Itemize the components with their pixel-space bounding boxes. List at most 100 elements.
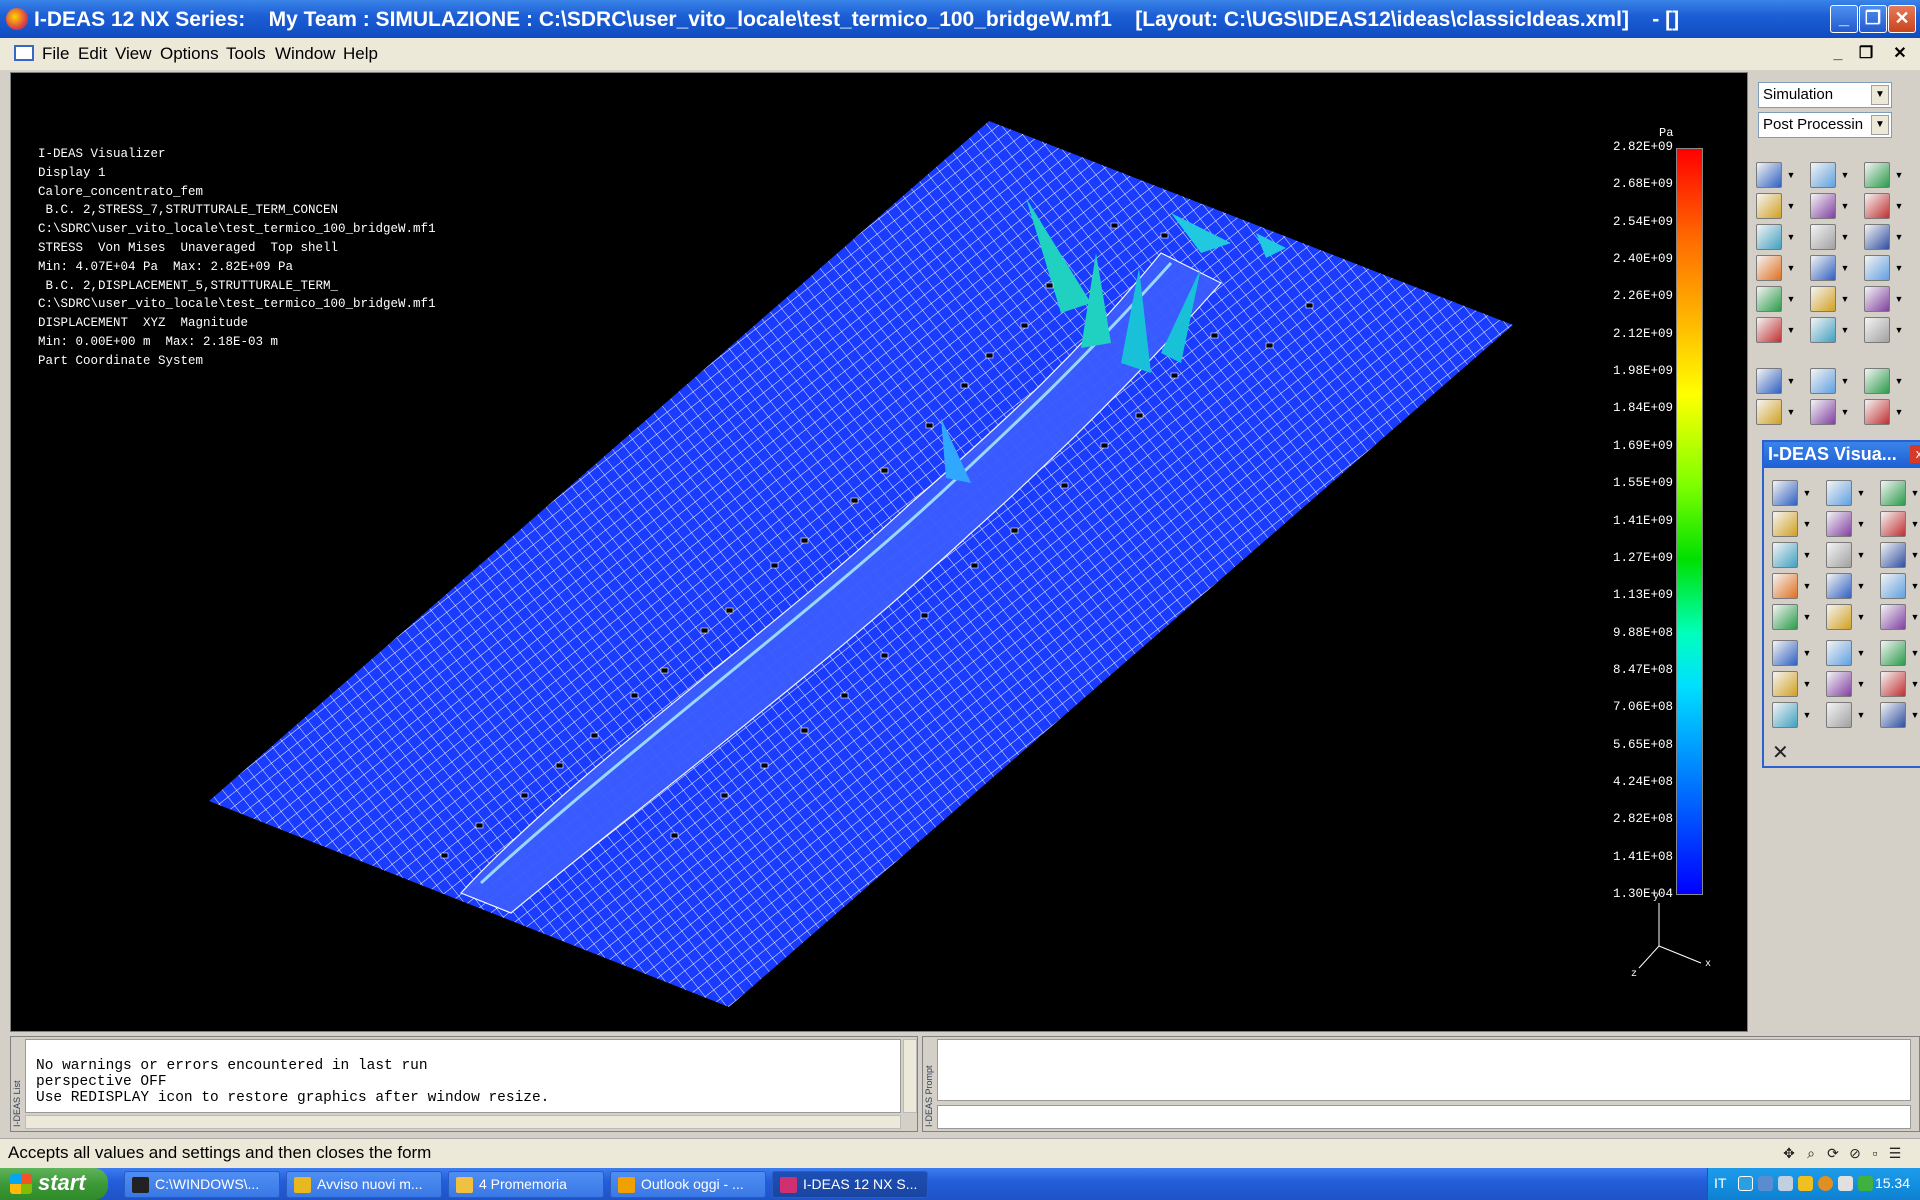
graphics-viewport[interactable]: y x z I-DEAS Visualizer Display 1 Calore_c… bbox=[10, 72, 1748, 1032]
list-vertical-scrollbar[interactable] bbox=[903, 1039, 917, 1113]
chevron-down-icon[interactable]: ▼ bbox=[1840, 325, 1850, 335]
menu-file[interactable]: File bbox=[42, 44, 69, 64]
tool-icon[interactable] bbox=[1864, 368, 1890, 394]
tool-icon[interactable] bbox=[1880, 480, 1906, 506]
tool-icon[interactable] bbox=[1810, 399, 1836, 425]
volume-icon[interactable] bbox=[1838, 1176, 1853, 1191]
chevron-down-icon[interactable]: ▼ bbox=[1894, 294, 1904, 304]
chevron-down-icon[interactable]: ▼ bbox=[1840, 232, 1850, 242]
visualizer-panel-title[interactable]: I-DEAS Visua... bbox=[1764, 442, 1920, 468]
chevron-down-icon[interactable]: ▼ bbox=[1802, 710, 1812, 720]
chevron-down-icon[interactable]: ▼ bbox=[1802, 550, 1812, 560]
minimize-button[interactable]: _ bbox=[1830, 5, 1858, 33]
menu-help[interactable]: Help bbox=[343, 44, 378, 64]
chevron-down-icon[interactable]: ▼ bbox=[1894, 376, 1904, 386]
chevron-down-icon[interactable]: ▼ bbox=[1786, 170, 1796, 180]
tool-icon[interactable] bbox=[1826, 542, 1852, 568]
taskbar-button[interactable]: Avviso nuovi m... bbox=[286, 1171, 442, 1198]
tool-icon[interactable] bbox=[1810, 193, 1836, 219]
taskbar-button[interactable]: C:\WINDOWS\... bbox=[124, 1171, 280, 1198]
prompt-input[interactable] bbox=[937, 1105, 1911, 1129]
tool-icon[interactable] bbox=[1864, 224, 1890, 250]
taskbar-button[interactable]: Outlook oggi - ... bbox=[610, 1171, 766, 1198]
chevron-down-icon[interactable]: ▼ bbox=[1786, 201, 1796, 211]
chevron-down-icon[interactable]: ▼ bbox=[1856, 550, 1866, 560]
tool-icon[interactable] bbox=[1880, 640, 1906, 666]
chevron-down-icon[interactable]: ▼ bbox=[1910, 519, 1920, 529]
tool-icon[interactable] bbox=[1826, 573, 1852, 599]
chevron-down-icon[interactable]: ▼ bbox=[1871, 85, 1889, 105]
network-icon[interactable] bbox=[1738, 1176, 1753, 1191]
tool-icon[interactable] bbox=[1826, 511, 1852, 537]
pan-icon[interactable]: ✥ bbox=[1781, 1145, 1797, 1161]
chevron-down-icon[interactable]: ▼ bbox=[1786, 376, 1796, 386]
list-icon[interactable]: ☰ bbox=[1887, 1145, 1903, 1161]
tool-icon[interactable] bbox=[1772, 702, 1798, 728]
chevron-down-icon[interactable]: ▼ bbox=[1856, 679, 1866, 689]
subtask-combo[interactable]: Post Processin ▼ bbox=[1758, 112, 1892, 138]
rotate-icon[interactable]: ⟳ bbox=[1825, 1145, 1841, 1161]
tool-icon[interactable] bbox=[1826, 702, 1852, 728]
chevron-down-icon[interactable]: ▼ bbox=[1856, 581, 1866, 591]
chevron-down-icon[interactable]: ▼ bbox=[1786, 294, 1796, 304]
ideas-app-icon[interactable] bbox=[6, 8, 28, 30]
chevron-down-icon[interactable]: ▼ bbox=[1802, 488, 1812, 498]
task-combo[interactable]: Simulation ▼ bbox=[1758, 82, 1892, 108]
mdi-close-button[interactable]: ✕ bbox=[1890, 44, 1910, 64]
chevron-down-icon[interactable]: ▼ bbox=[1910, 679, 1920, 689]
taskbar-button[interactable]: 4 Promemoria bbox=[448, 1171, 604, 1198]
tool-icon[interactable] bbox=[1756, 255, 1782, 281]
tool-icon[interactable] bbox=[1864, 255, 1890, 281]
tool-icon[interactable] bbox=[1772, 511, 1798, 537]
chevron-down-icon[interactable]: ▼ bbox=[1802, 581, 1812, 591]
chevron-down-icon[interactable]: ▼ bbox=[1910, 488, 1920, 498]
tool-icon[interactable] bbox=[1864, 399, 1890, 425]
clock-tray-icon[interactable] bbox=[1818, 1176, 1833, 1191]
tool-icon[interactable] bbox=[1880, 604, 1906, 630]
tool-icon[interactable] bbox=[1880, 671, 1906, 697]
close-button[interactable]: ✕ bbox=[1888, 5, 1916, 33]
tool-icon[interactable] bbox=[1880, 573, 1906, 599]
tool-icon[interactable] bbox=[1826, 671, 1852, 697]
chevron-down-icon[interactable]: ▼ bbox=[1871, 115, 1889, 135]
chevron-down-icon[interactable]: ▼ bbox=[1894, 407, 1904, 417]
mdi-restore-button[interactable]: ❐ bbox=[1856, 44, 1876, 64]
tool-icon[interactable] bbox=[1810, 368, 1836, 394]
chevron-down-icon[interactable]: ▼ bbox=[1840, 407, 1850, 417]
chevron-down-icon[interactable]: ▼ bbox=[1856, 710, 1866, 720]
chevron-down-icon[interactable]: ▼ bbox=[1894, 325, 1904, 335]
chevron-down-icon[interactable]: ▼ bbox=[1856, 648, 1866, 658]
chevron-down-icon[interactable]: ▼ bbox=[1786, 263, 1796, 273]
tool-icon[interactable] bbox=[1756, 193, 1782, 219]
chevron-down-icon[interactable]: ▼ bbox=[1802, 679, 1812, 689]
menu-options[interactable]: Options bbox=[160, 44, 219, 64]
tool-icon[interactable] bbox=[1864, 317, 1890, 343]
tool-icon[interactable] bbox=[1772, 640, 1798, 666]
tool-icon[interactable] bbox=[1756, 368, 1782, 394]
mdi-minimize-button[interactable]: _ bbox=[1828, 44, 1848, 64]
tool-icon[interactable] bbox=[1810, 255, 1836, 281]
chevron-down-icon[interactable]: ▼ bbox=[1894, 232, 1904, 242]
chevron-down-icon[interactable]: ▼ bbox=[1910, 581, 1920, 591]
tool-icon[interactable] bbox=[1772, 542, 1798, 568]
taskbar-button[interactable]: I-DEAS 12 NX S... bbox=[772, 1171, 928, 1198]
tool-icon[interactable] bbox=[1826, 480, 1852, 506]
tool-icon[interactable] bbox=[1810, 286, 1836, 312]
chevron-down-icon[interactable]: ▼ bbox=[1894, 170, 1904, 180]
zoom-icon[interactable]: ⌕ bbox=[1803, 1145, 1819, 1161]
list-side-tab[interactable]: I-DEAS List bbox=[12, 1047, 24, 1127]
monitor-icon[interactable] bbox=[1778, 1176, 1793, 1191]
tool-icon[interactable] bbox=[1880, 511, 1906, 537]
tool-icon[interactable] bbox=[1864, 193, 1890, 219]
menu-tools[interactable]: Tools bbox=[226, 44, 266, 64]
tool-icon[interactable] bbox=[1756, 317, 1782, 343]
menu-edit[interactable]: Edit bbox=[78, 44, 107, 64]
tool-icon[interactable] bbox=[1810, 317, 1836, 343]
start-button[interactable]: start bbox=[0, 1168, 108, 1200]
chevron-down-icon[interactable]: ▼ bbox=[1802, 519, 1812, 529]
language-indicator[interactable]: IT bbox=[1714, 1175, 1726, 1191]
chevron-down-icon[interactable]: ▼ bbox=[1786, 232, 1796, 242]
chevron-down-icon[interactable]: ▼ bbox=[1802, 612, 1812, 622]
chevron-down-icon[interactable]: ▼ bbox=[1802, 648, 1812, 658]
menu-window[interactable]: Window bbox=[275, 44, 335, 64]
